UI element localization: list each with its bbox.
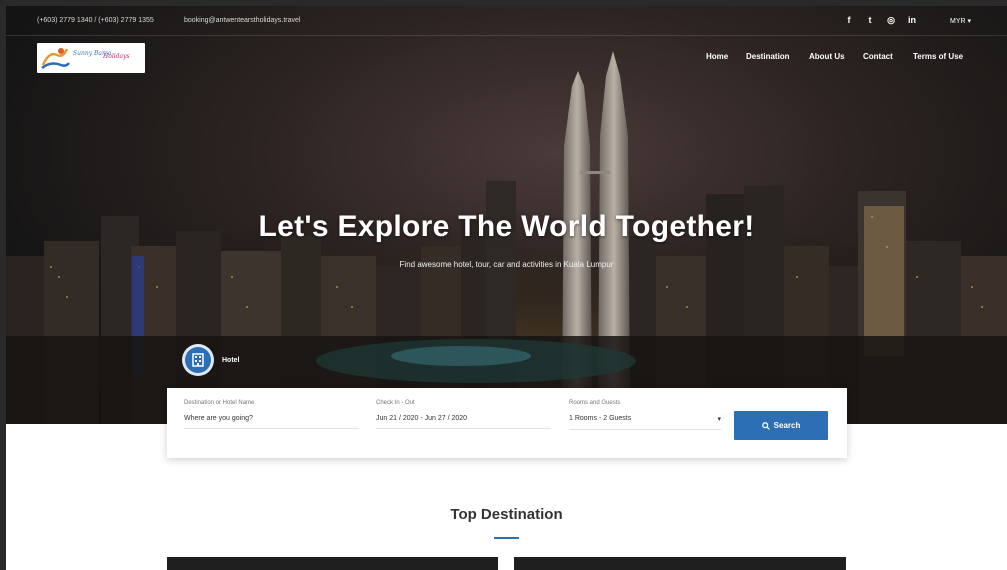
rooms-field[interactable]: Rooms and Guests 1 Rooms - 2 Guests ▾	[569, 400, 721, 430]
title-underline	[494, 537, 519, 539]
search-button[interactable]: Search	[734, 411, 828, 440]
destination-label: Destination or Hotel Name	[184, 400, 255, 406]
destination-field[interactable]: Destination or Hotel Name Where are you …	[184, 400, 359, 429]
nav-destination[interactable]: Destination	[746, 52, 790, 61]
nav-contact[interactable]: Contact	[863, 52, 893, 61]
logo-emblem-icon	[39, 43, 71, 73]
logo-text-secondary: Holidays	[103, 53, 130, 60]
page: (+603) 2779 1340 / (+603) 2779 1355 book…	[6, 6, 1007, 570]
section-title: Top Destination	[450, 506, 563, 523]
hero-subline: Find awesome hotel, tour, car and activi…	[399, 260, 614, 269]
logo[interactable]: Sunny Barra Holidays	[37, 43, 145, 73]
checkin-label: Check In - Out	[376, 400, 415, 406]
search-icon	[761, 421, 770, 430]
destination-card[interactable]	[167, 557, 498, 570]
rooms-label: Rooms and Guests	[569, 400, 621, 406]
instagram-icon[interactable]: ◎	[886, 15, 896, 26]
rooms-value: 1 Rooms - 2 Guests	[569, 415, 632, 422]
search-panel: Destination or Hotel Name Where are you …	[167, 388, 847, 458]
hotel-icon	[182, 344, 214, 376]
phone-number[interactable]: (+603) 2779 1340 / (+603) 2779 1355	[37, 17, 154, 24]
email-address[interactable]: booking@antwentearstholidays.travel	[184, 17, 300, 24]
tab-hotel[interactable]: Hotel	[182, 344, 240, 376]
nav-about[interactable]: About Us	[809, 52, 845, 61]
social-links: f t ◎ in	[844, 15, 917, 26]
nav-home[interactable]: Home	[706, 52, 728, 61]
hero-banner: (+603) 2779 1340 / (+603) 2779 1355 book…	[6, 6, 1007, 424]
chevron-down-icon: ▾	[717, 416, 721, 423]
facebook-icon[interactable]: f	[844, 15, 854, 26]
twitter-icon[interactable]: t	[865, 15, 875, 26]
checkin-input[interactable]: Jun 21 / 2020 - Jun 27 / 2020	[376, 415, 551, 429]
hero-headline: Let's Explore The World Together!	[258, 210, 755, 243]
rooms-select[interactable]: 1 Rooms - 2 Guests ▾	[569, 415, 721, 430]
search-button-label: Search	[773, 421, 801, 430]
destination-input[interactable]: Where are you going?	[184, 415, 359, 429]
currency-selector[interactable]: MYR ▾	[950, 17, 971, 25]
tab-hotel-label: Hotel	[222, 356, 240, 364]
topbar: (+603) 2779 1340 / (+603) 2779 1355 book…	[6, 6, 1007, 36]
checkin-field[interactable]: Check In - Out Jun 21 / 2020 - Jun 27 / …	[376, 400, 551, 429]
destination-card[interactable]	[514, 557, 846, 570]
nav-terms[interactable]: Terms of Use	[913, 52, 963, 61]
linkedin-icon[interactable]: in	[907, 15, 917, 26]
